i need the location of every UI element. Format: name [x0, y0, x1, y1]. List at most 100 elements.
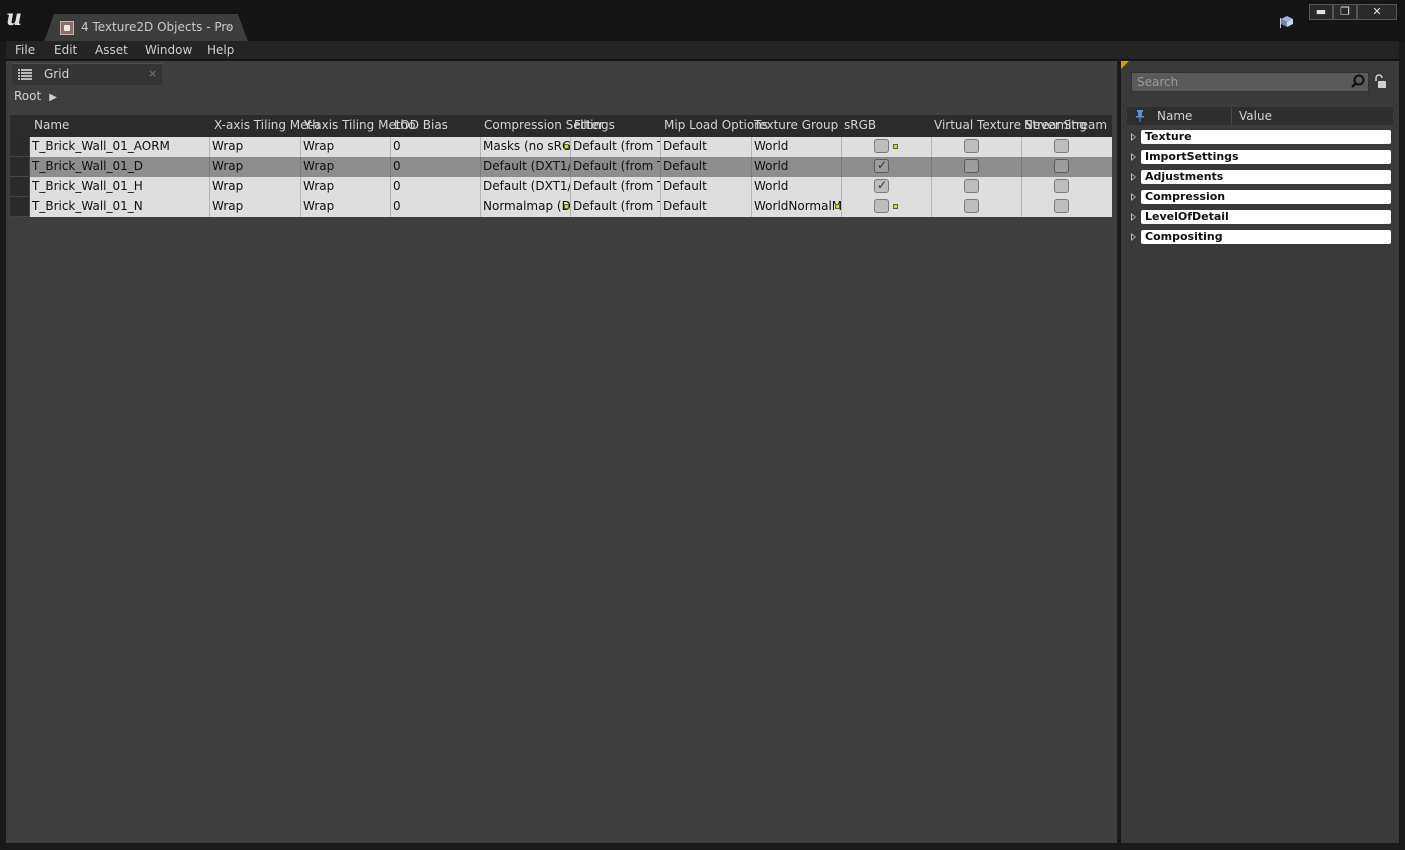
- cell-compression[interactable]: Masks (no sRGB): [481, 137, 571, 157]
- never-stream-checkbox[interactable]: [1054, 179, 1069, 193]
- details-search-input[interactable]: [1132, 73, 1368, 91]
- cell-name[interactable]: T_Brick_Wall_01_H: [30, 177, 210, 197]
- category-compositing[interactable]: Compositing: [1127, 230, 1393, 246]
- vts-checkbox[interactable]: [964, 159, 979, 173]
- table-row[interactable]: T_Brick_Wall_01_AORM Wrap Wrap 0 Masks (…: [10, 137, 1112, 157]
- reset-to-default-icon[interactable]: [893, 144, 898, 149]
- cell-name[interactable]: T_Brick_Wall_01_AORM: [30, 137, 210, 157]
- never-stream-checkbox[interactable]: [1054, 159, 1069, 173]
- expand-arrow-icon[interactable]: [1131, 193, 1136, 201]
- menu-edit[interactable]: Edit: [54, 43, 77, 57]
- table-row[interactable]: T_Brick_Wall_01_D Wrap Wrap 0 Default (D…: [10, 157, 1112, 177]
- column-header-filter[interactable]: Filter: [574, 118, 604, 132]
- category-label[interactable]: LevelOfDetail: [1141, 210, 1391, 224]
- srgb-checkbox[interactable]: [874, 158, 889, 173]
- row-handle[interactable]: [10, 157, 30, 177]
- cell-mip-load[interactable]: Default: [661, 197, 752, 217]
- column-header-srgb[interactable]: sRGB: [844, 118, 876, 132]
- cell-lod-bias[interactable]: 0: [391, 157, 481, 177]
- lock-icon[interactable]: [1373, 74, 1387, 90]
- cell-filter[interactable]: Default (from Texture Group): [571, 177, 661, 197]
- unreal-logo-icon[interactable]: u: [6, 6, 30, 30]
- cell-filter[interactable]: Default (from Texture Group): [571, 197, 661, 217]
- vts-checkbox[interactable]: [964, 199, 979, 213]
- row-handle[interactable]: [10, 177, 30, 197]
- category-label[interactable]: ImportSettings: [1141, 150, 1391, 164]
- never-stream-checkbox[interactable]: [1054, 139, 1069, 153]
- category-compression[interactable]: Compression: [1127, 190, 1393, 206]
- category-texture[interactable]: Texture: [1127, 130, 1393, 146]
- cell-texture-group[interactable]: World: [752, 157, 842, 177]
- column-header-lod-bias[interactable]: LOD Bias: [394, 118, 448, 132]
- pin-icon[interactable]: [1135, 110, 1145, 122]
- cell-x-tiling[interactable]: Wrap: [210, 157, 301, 177]
- cell-y-tiling[interactable]: Wrap: [301, 197, 391, 217]
- cell-y-tiling[interactable]: Wrap: [301, 137, 391, 157]
- grid-tab[interactable]: Grid ×: [12, 63, 162, 85]
- category-label[interactable]: Texture: [1141, 130, 1391, 144]
- cell-name[interactable]: T_Brick_Wall_01_D: [30, 157, 210, 177]
- column-header-texture-group[interactable]: Texture Group: [754, 118, 838, 132]
- column-divider[interactable]: [1231, 107, 1232, 125]
- srgb-checkbox[interactable]: [874, 199, 889, 213]
- cell-filter[interactable]: Default (from Texture Group): [571, 157, 661, 177]
- window-close-button[interactable]: ✕: [1357, 4, 1397, 20]
- category-label[interactable]: Adjustments: [1141, 170, 1391, 184]
- cell-texture-group[interactable]: World: [752, 137, 842, 157]
- srgb-checkbox[interactable]: [874, 178, 889, 193]
- maximize-button[interactable]: ❐: [1333, 4, 1357, 20]
- row-handle[interactable]: [10, 197, 30, 217]
- menu-file[interactable]: File: [15, 43, 35, 57]
- cell-texture-group[interactable]: WorldNormalMap: [752, 197, 842, 217]
- cell-compression[interactable]: Default (DXT1/5): [481, 177, 571, 197]
- cell-lod-bias[interactable]: 0: [391, 197, 481, 217]
- value-column-header[interactable]: Value: [1239, 109, 1272, 123]
- srgb-checkbox[interactable]: [874, 139, 889, 153]
- search-icon[interactable]: [1351, 74, 1365, 88]
- category-label[interactable]: Compression: [1141, 190, 1391, 204]
- never-stream-checkbox[interactable]: [1054, 199, 1069, 213]
- expand-arrow-icon[interactable]: [1131, 213, 1136, 221]
- table-row[interactable]: T_Brick_Wall_01_H Wrap Wrap 0 Default (D…: [10, 177, 1112, 197]
- cell-mip-load[interactable]: Default: [661, 157, 752, 177]
- name-column-header[interactable]: Name: [1157, 109, 1192, 123]
- menu-asset[interactable]: Asset: [95, 43, 128, 57]
- cell-y-tiling[interactable]: Wrap: [301, 157, 391, 177]
- reset-to-default-icon[interactable]: [564, 204, 569, 209]
- column-header-never-stream[interactable]: Never Stream: [1024, 118, 1107, 132]
- expand-arrow-icon[interactable]: [1131, 133, 1136, 141]
- cell-filter[interactable]: Default (from Texture Group): [571, 137, 661, 157]
- cell-mip-load[interactable]: Default: [661, 137, 752, 157]
- category-adjustments[interactable]: Adjustments: [1127, 170, 1393, 186]
- details-search-box[interactable]: [1131, 72, 1369, 92]
- close-tab-icon[interactable]: ×: [224, 20, 233, 33]
- column-header-name[interactable]: Name: [34, 118, 69, 132]
- breadcrumb-root[interactable]: Root: [14, 89, 41, 103]
- cell-texture-group[interactable]: World: [752, 177, 842, 197]
- cell-x-tiling[interactable]: Wrap: [210, 197, 301, 217]
- category-import-settings[interactable]: ImportSettings: [1127, 150, 1393, 166]
- minimize-button[interactable]: ▬: [1309, 4, 1333, 20]
- cell-compression[interactable]: Normalmap (DXT5): [481, 197, 571, 217]
- reset-to-default-icon[interactable]: [564, 144, 569, 149]
- category-label[interactable]: Compositing: [1141, 230, 1391, 244]
- document-tab[interactable]: 4 Texture2D Objects - Pro ×: [44, 14, 248, 42]
- cell-name[interactable]: T_Brick_Wall_01_N: [30, 197, 210, 217]
- close-grid-tab-icon[interactable]: ×: [148, 67, 157, 80]
- cell-y-tiling[interactable]: Wrap: [301, 177, 391, 197]
- menu-window[interactable]: Window: [145, 43, 192, 57]
- cell-x-tiling[interactable]: Wrap: [210, 137, 301, 157]
- notification-icon[interactable]: [1280, 14, 1294, 28]
- expand-arrow-icon[interactable]: [1131, 173, 1136, 181]
- vts-checkbox[interactable]: [964, 139, 979, 153]
- cell-x-tiling[interactable]: Wrap: [210, 177, 301, 197]
- expand-arrow-icon[interactable]: [1131, 233, 1136, 241]
- reset-to-default-icon[interactable]: [835, 204, 840, 209]
- menu-help[interactable]: Help: [207, 43, 234, 57]
- cell-compression[interactable]: Default (DXT1/5): [481, 157, 571, 177]
- row-handle[interactable]: [10, 137, 30, 157]
- cell-lod-bias[interactable]: 0: [391, 177, 481, 197]
- vts-checkbox[interactable]: [964, 179, 979, 193]
- breadcrumb-arrow-icon[interactable]: ▶: [49, 92, 57, 103]
- category-level-of-detail[interactable]: LevelOfDetail: [1127, 210, 1393, 226]
